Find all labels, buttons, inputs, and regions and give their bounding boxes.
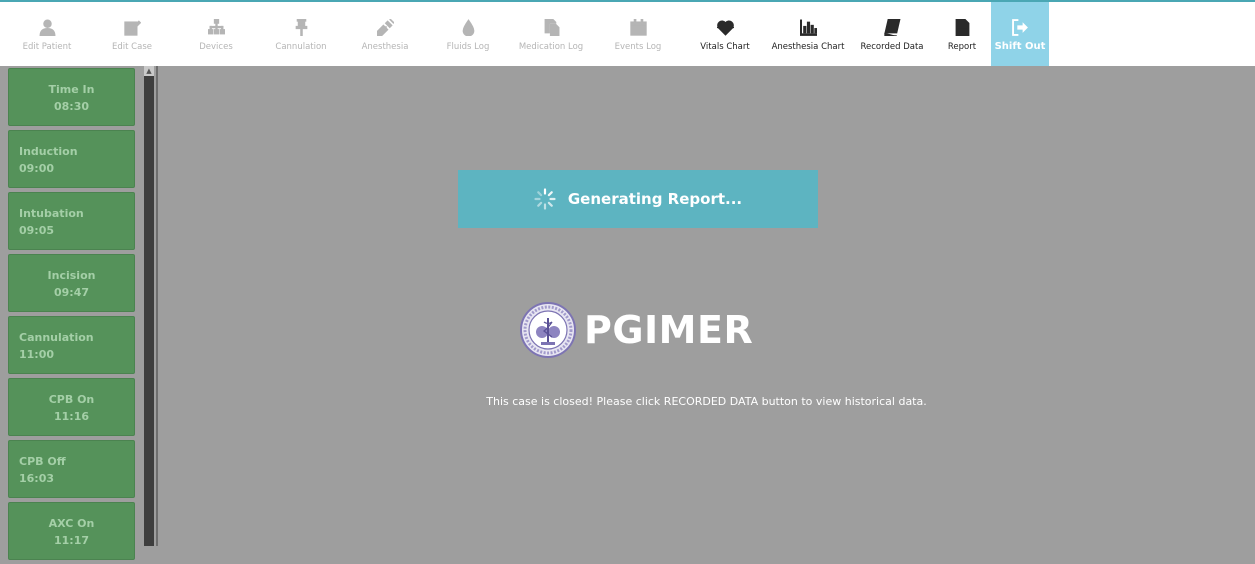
anesthesia-button[interactable]: Anesthesia [356, 2, 414, 66]
event-time: 11:17 [53, 534, 89, 547]
event-time: 09:05 [19, 224, 55, 237]
event-cannulation[interactable]: Cannulation 11:00 [8, 316, 135, 374]
edit-patient-label: Edit Patient [22, 42, 72, 52]
fluids-log-button[interactable]: Fluids Log [439, 2, 497, 66]
anesthesia-label: Anesthesia [361, 42, 409, 52]
event-time: 16:03 [19, 472, 55, 485]
event-time: 09:47 [53, 286, 89, 299]
events-log-button[interactable]: Events Log [609, 2, 667, 66]
vitals-chart-label: Vitals Chart [700, 42, 750, 52]
event-name: AXC On [48, 517, 95, 530]
recorded-data-label: Recorded Data [860, 42, 924, 52]
toolbar: Edit Patient Edit Case Devices Cannulati… [0, 2, 1255, 66]
event-cpb-off[interactable]: CPB Off 16:03 [8, 440, 135, 498]
event-incision[interactable]: Incision 09:47 [8, 254, 135, 312]
sidebar-scrollbar[interactable] [144, 68, 154, 546]
shift-out-button[interactable]: Shift Out [991, 2, 1049, 66]
devices-label: Devices [199, 42, 233, 52]
sign-out-icon [1011, 19, 1028, 36]
event-name: Time In [48, 83, 95, 96]
events-sidebar: Time In 08:30 Induction 09:00 Intubation 09… [0, 66, 158, 560]
drop-icon [462, 19, 474, 36]
event-list: Time In 08:30 Induction 09:00 Intubation 09… [8, 68, 137, 564]
anesthesia-chart-button[interactable]: Anesthesia Chart [769, 2, 847, 66]
edit-patient-button[interactable]: Edit Patient [18, 2, 76, 66]
user-icon [39, 19, 55, 36]
scroll-up-arrow-icon[interactable]: ▲ [144, 66, 154, 76]
event-name: CPB On [48, 393, 95, 406]
event-time: 09:00 [19, 162, 55, 175]
pin-icon [295, 19, 307, 36]
syringe-icon [376, 19, 394, 36]
banner-text: Generating Report... [567, 190, 743, 208]
fluids-log-label: Fluids Log [446, 42, 490, 52]
events-log-label: Events Log [614, 42, 662, 52]
logo-text: PGIMER [584, 308, 754, 352]
case-closed-message: This case is closed! Please click RECORD… [486, 395, 927, 408]
event-time: 08:30 [53, 100, 89, 113]
cannulation-label: Cannulation [275, 42, 327, 52]
event-name: CPB Off [19, 455, 66, 468]
event-name: Cannulation [19, 331, 94, 344]
edit-case-label: Edit Case [112, 42, 152, 52]
edit-icon [123, 20, 141, 36]
event-time-in[interactable]: Time In 08:30 [8, 68, 135, 126]
seal-icon [520, 302, 576, 358]
bar-chart-icon [799, 19, 817, 36]
calendar-icon [629, 19, 647, 36]
heartbeat-icon [716, 20, 734, 36]
edit-case-button[interactable]: Edit Case [103, 2, 161, 66]
report-label: Report [947, 42, 977, 52]
file-icon [955, 19, 969, 36]
event-intubation[interactable]: Intubation 09:05 [8, 192, 135, 250]
sitemap-icon [207, 19, 225, 35]
event-name: Incision [47, 269, 96, 282]
event-induction[interactable]: Induction 09:00 [8, 130, 135, 188]
event-cpb-on[interactable]: CPB On 11:16 [8, 378, 135, 436]
anesthesia-chart-label: Anesthesia Chart [771, 42, 845, 52]
medication-log-label: Medication Log [518, 42, 584, 52]
pgimer-logo: PGIMER [520, 302, 753, 358]
event-time: 11:00 [19, 348, 55, 361]
spinner-icon [534, 188, 556, 210]
generating-report-banner: Generating Report... [458, 170, 818, 228]
event-name: Intubation [19, 207, 84, 220]
report-button[interactable]: Report [939, 2, 985, 66]
event-axc-on[interactable]: AXC On 11:17 [8, 502, 135, 560]
main-content: Generating Report... PGIMER This case is… [158, 66, 1255, 546]
cannulation-button[interactable]: Cannulation [272, 2, 330, 66]
copy-icon [544, 19, 559, 36]
shift-out-label: Shift Out [994, 41, 1046, 52]
book-icon [883, 19, 900, 36]
event-time: 11:16 [53, 410, 89, 423]
medication-log-button[interactable]: Medication Log [516, 2, 586, 66]
devices-button[interactable]: Devices [187, 2, 245, 66]
event-name: Induction [19, 145, 78, 158]
recorded-data-button[interactable]: Recorded Data [857, 2, 927, 66]
vitals-chart-button[interactable]: Vitals Chart [693, 2, 757, 66]
